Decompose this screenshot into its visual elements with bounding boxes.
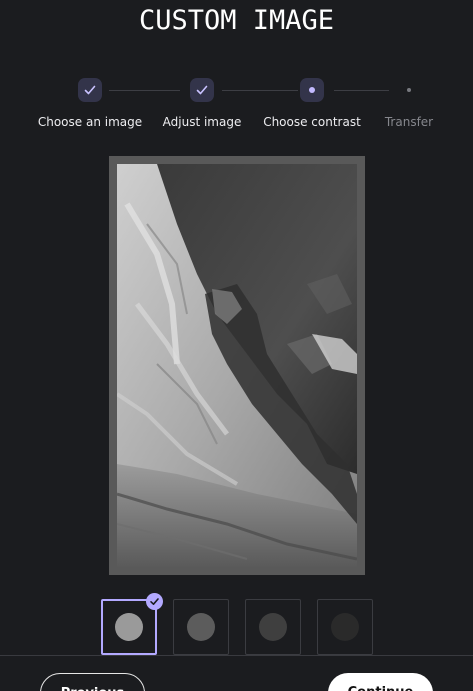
contrast-option-darkest[interactable] bbox=[317, 599, 373, 655]
pending-step-dot-icon bbox=[407, 88, 411, 92]
step-3-indicator bbox=[300, 78, 324, 102]
contrast-swatch bbox=[259, 613, 287, 641]
step-label-choose-contrast: Choose contrast bbox=[263, 115, 361, 129]
custom-image-page: CUSTOM IMAGE Choose an image Adjust imag… bbox=[0, 0, 473, 691]
contrast-swatch bbox=[187, 613, 215, 641]
check-icon bbox=[196, 85, 208, 95]
step-label-transfer: Transfer bbox=[384, 115, 434, 129]
step-2-indicator bbox=[190, 78, 214, 102]
progress-stepper: Choose an image Adjust image Choose cont… bbox=[0, 77, 473, 137]
contrast-swatch bbox=[115, 613, 143, 641]
step-connector bbox=[222, 90, 298, 91]
footer-bar: Previous Continue bbox=[0, 655, 473, 691]
continue-button[interactable]: Continue bbox=[328, 673, 433, 691]
mountain-photo-illustration bbox=[117, 164, 357, 567]
contrast-swatch bbox=[331, 613, 359, 641]
current-step-dot-icon bbox=[309, 87, 315, 93]
contrast-option-light[interactable] bbox=[101, 593, 163, 655]
step-connector bbox=[334, 90, 389, 91]
step-1-indicator bbox=[78, 78, 102, 102]
contrast-option-dark[interactable] bbox=[245, 599, 301, 655]
step-4-indicator bbox=[397, 78, 421, 102]
contrast-option-medium[interactable] bbox=[173, 599, 229, 655]
previous-button[interactable]: Previous bbox=[40, 673, 145, 691]
step-connector bbox=[109, 90, 180, 91]
selected-check-icon bbox=[146, 593, 163, 610]
image-preview-frame bbox=[109, 156, 365, 575]
check-icon bbox=[84, 85, 96, 95]
step-label-choose-image[interactable]: Choose an image bbox=[38, 115, 142, 129]
page-title: CUSTOM IMAGE bbox=[138, 5, 335, 36]
step-label-adjust-image[interactable]: Adjust image bbox=[163, 115, 242, 129]
mountain-photo bbox=[117, 164, 357, 567]
